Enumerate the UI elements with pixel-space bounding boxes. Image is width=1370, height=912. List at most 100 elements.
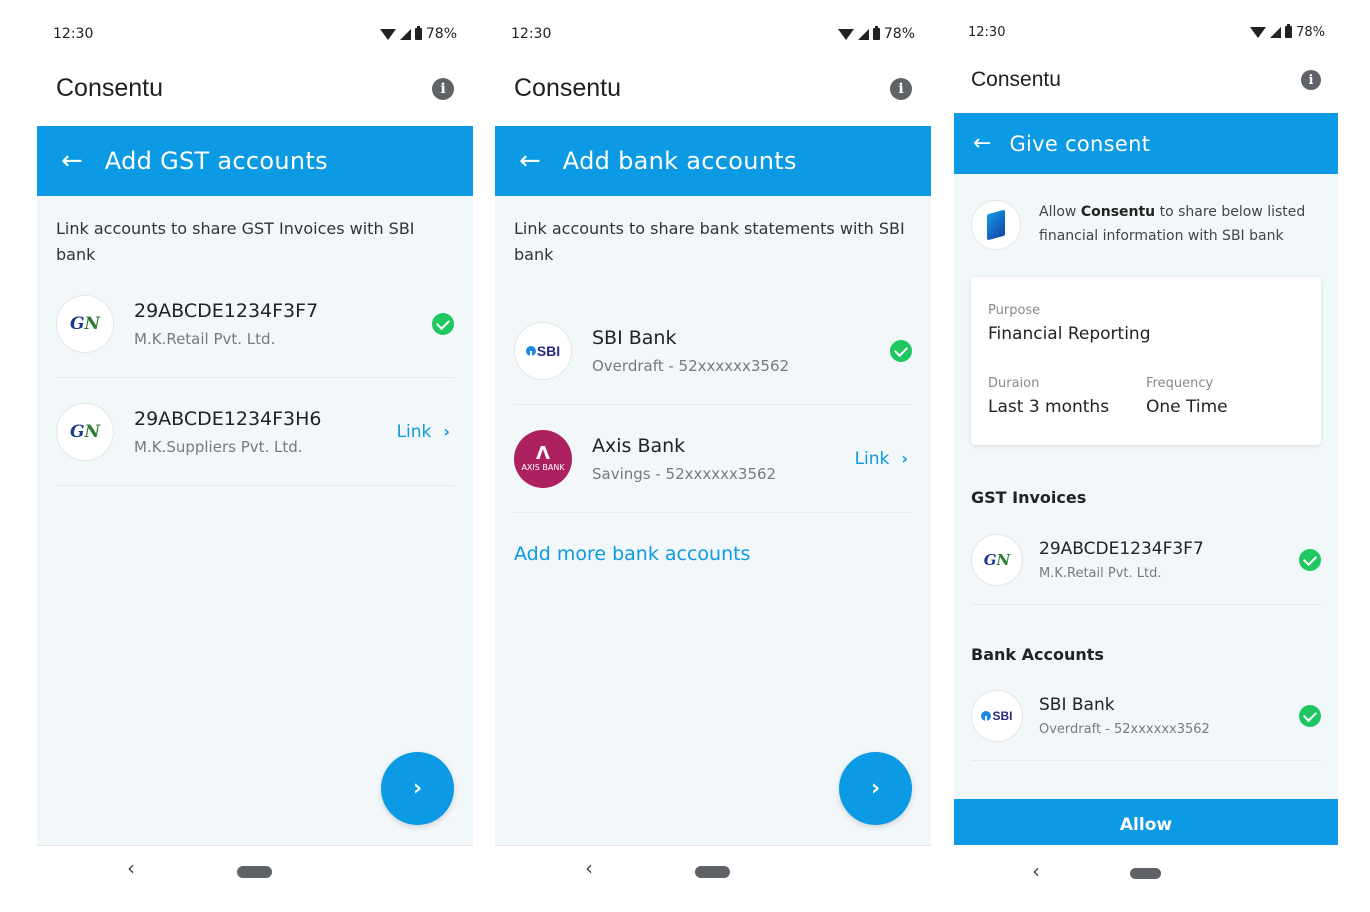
nav-home-icon[interactable]	[237, 866, 272, 878]
account-title: 29ABCDE1234F3F7	[1039, 538, 1204, 559]
purpose-value: Financial Reporting	[988, 324, 1151, 344]
bank-account-row[interactable]: Λ AXIS BANK Axis Bank Savings - 52xxxxxx…	[514, 405, 912, 513]
link-button[interactable]: Link ›	[397, 422, 450, 442]
gstn-logo: GN	[56, 294, 114, 353]
sbi-logo: SBI	[971, 689, 1023, 742]
purpose-label: Purpose	[988, 303, 1041, 318]
account-title: Axis Bank	[592, 434, 686, 457]
account-title: SBI Bank	[1039, 694, 1115, 715]
account-subtitle: M.K.Retail Pvt. Ltd.	[1039, 565, 1162, 581]
status-time: 12:30	[53, 26, 94, 42]
battery-level: 78%	[1296, 24, 1325, 40]
gst-account-row[interactable]: GN 29ABCDE1234F3F7 M.K.Retail Pvt. Ltd.	[56, 270, 454, 378]
gst-invoice-row: GN 29ABCDE1234F3F7 M.K.Retail Pvt. Ltd.	[971, 515, 1321, 605]
info-icon[interactable]: i	[890, 77, 912, 100]
account-title: SBI Bank	[592, 326, 677, 349]
account-title: 29ABCDE1234F3F7	[134, 299, 319, 322]
gstn-logo: GN	[56, 402, 114, 461]
link-label: Link	[854, 448, 890, 469]
page-header: ← Give consent	[954, 113, 1338, 174]
back-arrow-icon[interactable]: ←	[973, 132, 991, 155]
add-more-bank-accounts-link[interactable]: Add more bank accounts	[514, 543, 750, 565]
chevron-right-icon: ›	[443, 422, 450, 441]
battery-icon	[872, 26, 880, 40]
page-header: ← Add bank accounts	[495, 126, 931, 196]
intro-text: Link accounts to share GST Invoices with…	[56, 219, 415, 264]
nav-home-icon[interactable]	[1130, 868, 1161, 879]
check-icon[interactable]	[1299, 704, 1321, 727]
content-area: Link accounts to share GST Invoices with…	[37, 196, 473, 845]
duration-value: Last 3 months	[988, 397, 1110, 417]
battery-level: 78%	[883, 26, 915, 42]
signal-icon	[1270, 26, 1282, 38]
system-nav-bar: ‹	[495, 845, 931, 897]
page-title: Give consent	[1009, 131, 1151, 156]
account-subtitle: Overdraft - 52xxxxxx3562	[1039, 721, 1210, 737]
consent-details-card: Purpose Financial Reporting Duraion Last…	[971, 277, 1321, 445]
chevron-right-icon: ›	[870, 776, 881, 801]
axis-bank-logo: Λ AXIS BANK	[514, 429, 572, 488]
next-button[interactable]: ›	[839, 752, 912, 825]
account-subtitle: M.K.Retail Pvt. Ltd.	[134, 329, 276, 348]
page-header: ← Add GST accounts	[37, 126, 473, 196]
next-button[interactable]: ›	[381, 752, 454, 825]
battery-icon	[414, 26, 422, 40]
app-title: Consentu	[514, 74, 622, 102]
link-button[interactable]: Link ›	[855, 449, 908, 469]
gstn-logo: GN	[971, 533, 1023, 586]
nav-back-icon[interactable]: ‹	[1032, 859, 1040, 883]
account-title: 29ABCDE1234F3H6	[134, 407, 322, 430]
wifi-icon	[837, 28, 854, 40]
consent-statement: Allow Consentu to share below listed fin…	[971, 200, 1321, 250]
consentu-logo	[971, 200, 1021, 250]
check-icon	[432, 312, 454, 335]
wifi-icon	[1250, 26, 1267, 38]
back-arrow-icon[interactable]: ←	[519, 148, 541, 174]
app-bar: Consentu i	[37, 51, 473, 126]
system-nav-bar: ‹	[37, 845, 473, 897]
gst-account-row[interactable]: GN 29ABCDE1234F3H6 M.K.Suppliers Pvt. Lt…	[56, 378, 454, 486]
nav-back-icon[interactable]: ‹	[585, 856, 593, 880]
status-bar: 12:30 78%	[495, 17, 931, 51]
duration-label: Duraion	[988, 376, 1040, 391]
chevron-right-icon: ›	[412, 776, 423, 801]
app-bar: Consentu i	[954, 47, 1338, 113]
app-title: Consentu	[971, 68, 1061, 91]
nav-home-icon[interactable]	[695, 866, 730, 878]
gst-invoices-heading: GST Invoices	[971, 488, 1087, 507]
sbi-logo: SBI	[514, 321, 572, 380]
frequency-value: One Time	[1146, 397, 1228, 417]
link-label: Link	[396, 421, 432, 442]
screen-add-gst-accounts: 12:30 78% Consentu i ← Add GST accounts …	[37, 17, 473, 897]
page-title: Add GST accounts	[104, 147, 328, 175]
check-icon[interactable]	[1299, 548, 1321, 571]
app-title: Consentu	[56, 74, 164, 102]
signal-icon	[857, 28, 869, 40]
back-arrow-icon[interactable]: ←	[61, 148, 83, 174]
check-icon	[890, 339, 912, 362]
account-subtitle: M.K.Suppliers Pvt. Ltd.	[134, 437, 303, 456]
wifi-icon	[379, 28, 396, 40]
frequency-label: Frequency	[1146, 376, 1214, 391]
status-time: 12:30	[511, 26, 552, 42]
info-icon[interactable]: i	[432, 77, 454, 100]
bank-account-row[interactable]: SBI SBI Bank Overdraft - 52xxxxxx3562	[514, 297, 912, 405]
consent-text: Allow Consentu to share below listed fin…	[1039, 204, 1306, 244]
bank-accounts-heading: Bank Accounts	[971, 645, 1104, 664]
content-area: Allow Consentu to share below listed fin…	[954, 174, 1338, 799]
battery-icon	[1285, 24, 1293, 38]
info-icon[interactable]: i	[1301, 70, 1321, 90]
nav-back-icon[interactable]: ‹	[127, 856, 135, 880]
allow-button[interactable]: Allow	[954, 799, 1338, 851]
app-bar: Consentu i	[495, 51, 931, 126]
bank-account-row: SBI SBI Bank Overdraft - 52xxxxxx3562	[971, 671, 1321, 761]
battery-level: 78%	[425, 26, 457, 42]
account-subtitle: Savings - 52xxxxxx3562	[592, 464, 777, 483]
chevron-right-icon: ›	[901, 449, 908, 468]
screen-add-bank-accounts: 12:30 78% Consentu i ← Add bank accounts…	[495, 17, 931, 897]
signal-icon	[399, 28, 411, 40]
system-nav-bar: ‹	[954, 845, 1338, 897]
status-bar: 12:30 78%	[954, 17, 1338, 47]
screen-give-consent: 12:30 78% Consentu i ← Give consent Allo…	[954, 17, 1338, 897]
content-area: Link accounts to share bank statements w…	[495, 196, 931, 845]
